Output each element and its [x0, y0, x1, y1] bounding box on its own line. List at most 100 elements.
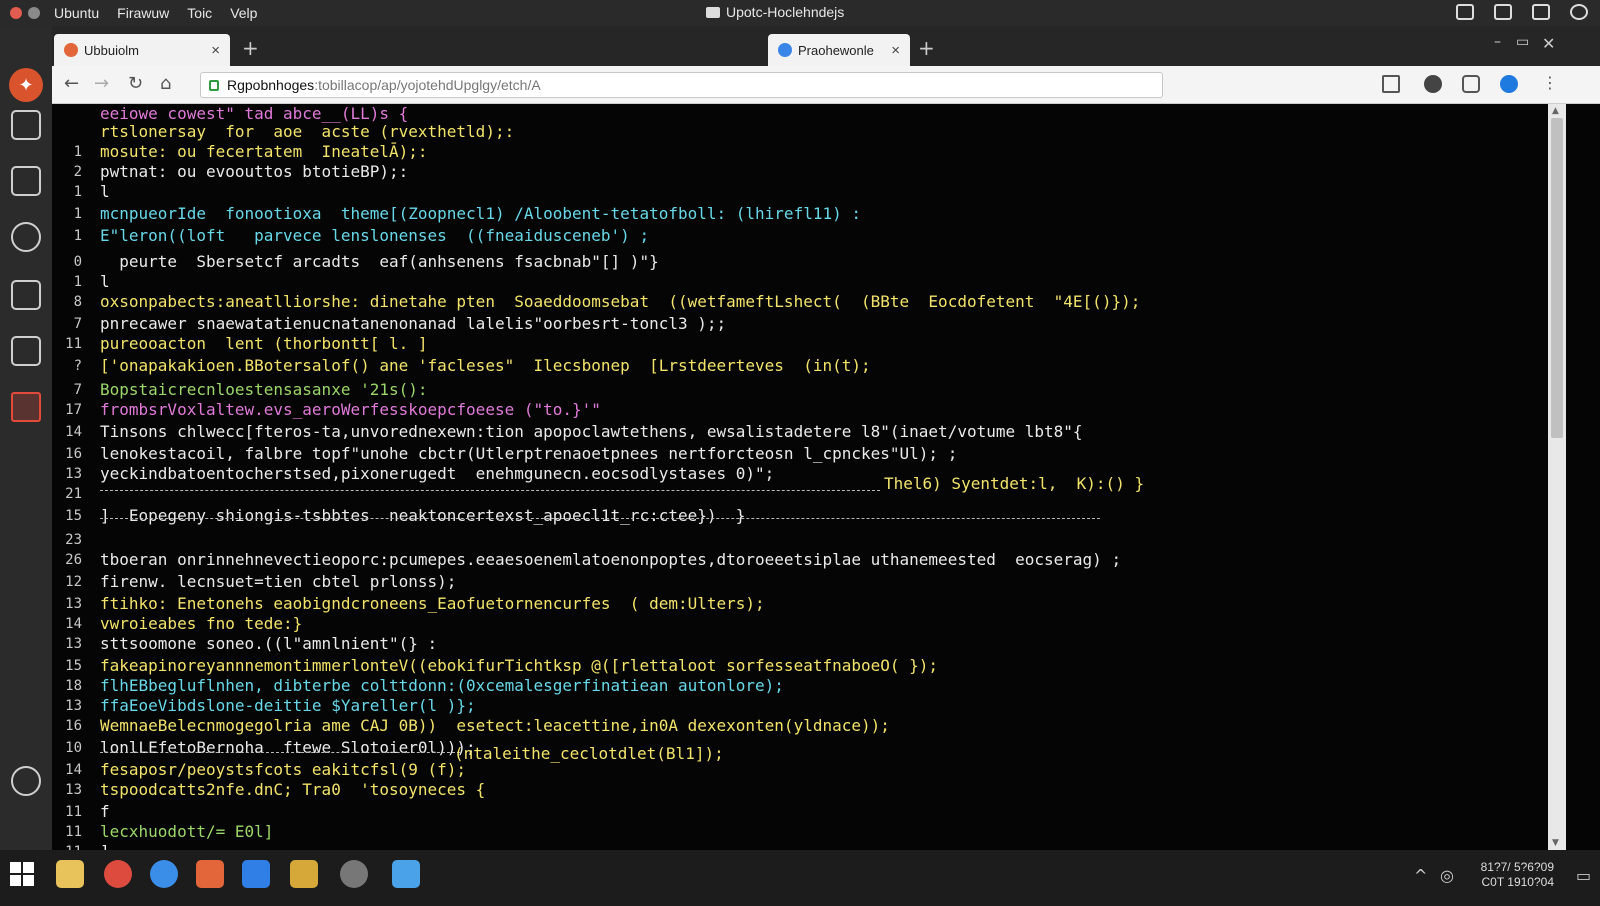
- search-icon[interactable]: [11, 222, 41, 252]
- line-number: 1: [73, 274, 82, 290]
- close-tab-icon[interactable]: ×: [891, 42, 900, 59]
- code-text: Tinsons chlwecc[fteros-ta,unvorednexewn:…: [100, 422, 1083, 441]
- forward-arrow-icon[interactable]: →: [94, 73, 109, 94]
- line-number: ?: [73, 358, 82, 374]
- code-text: ffaEoeVibdslone-deittie $Yareller(l )};: [100, 696, 476, 715]
- app-yellow-icon[interactable]: [290, 860, 318, 888]
- dashed-divider: [100, 490, 880, 491]
- reader-icon[interactable]: [1462, 75, 1480, 93]
- menu-item-toic[interactable]: Toic: [187, 5, 212, 21]
- line-number: 13: [65, 596, 82, 612]
- account-icon[interactable]: [1500, 75, 1518, 93]
- notification-icon[interactable]: ▭: [1576, 866, 1591, 885]
- line-number: 21: [65, 486, 82, 502]
- close-icon[interactable]: ✕: [1542, 34, 1555, 53]
- taskbar-clock[interactable]: 81?7/ 5?6?09 C0T 1910?04: [1481, 860, 1554, 890]
- line-number: 2: [73, 164, 82, 180]
- code-text: vwroieabes fno tede:}: [100, 614, 303, 633]
- bookmark-icon[interactable]: [1382, 75, 1400, 93]
- code-text: fesaposr/peoystsfcots eakitcfsl(9 (f);: [100, 760, 467, 779]
- code-text: l: [100, 182, 110, 201]
- ubuntu-logo-icon[interactable]: ✦: [9, 68, 43, 102]
- code-text: pwtnat: ou evoouttos btotieBP);:: [100, 162, 409, 181]
- minimize-window-button[interactable]: [28, 7, 40, 19]
- menu-item-velp[interactable]: Velp: [230, 5, 257, 21]
- scroll-down-icon[interactable]: ▼: [1552, 838, 1559, 848]
- code-text: Bopstaicrecnloestensasanxe '21s():: [100, 380, 428, 399]
- home-icon[interactable]: ⌂: [160, 73, 171, 94]
- network-icon[interactable]: [11, 110, 41, 140]
- line-number: 16: [65, 446, 82, 462]
- chevron-up-icon[interactable]: ^: [1414, 866, 1427, 885]
- menu-dots-icon[interactable]: ⋮: [1542, 73, 1558, 92]
- window-controls: [10, 7, 40, 19]
- chrome-icon[interactable]: [104, 860, 132, 888]
- tab-praohewonle[interactable]: Praohewonle ×: [768, 34, 910, 66]
- chat-icon[interactable]: [11, 166, 41, 196]
- code-editor[interactable]: eeiowe cowest" tad abce__(LL)s {rtsloner…: [52, 104, 1548, 850]
- app-blue-icon[interactable]: [242, 860, 270, 888]
- tab-label: Praohewonle: [798, 42, 874, 58]
- line-number: 10: [65, 740, 82, 756]
- network-tray-icon[interactable]: ◎: [1440, 866, 1454, 885]
- gear-icon[interactable]: [11, 766, 41, 796]
- code-text: ] Eopegeny shiongis-tsbbtes neaktoncerte…: [100, 506, 746, 525]
- window-title-text: Upotc-Hoclehndejs: [726, 4, 845, 20]
- menu-item-firawuw[interactable]: Firawuw: [117, 5, 169, 21]
- line-number: 16: [65, 718, 82, 734]
- app-gray-icon[interactable]: [340, 860, 368, 888]
- code-text: lenokestacoil, falbre topf"unohe cbctr(U…: [100, 444, 958, 463]
- line-number: 14: [65, 424, 82, 440]
- browser-navbar: ← → ↻ ⌂ Rgpobnhoges :tobillacop/ap/yojot…: [52, 66, 1600, 104]
- line-number: 0: [73, 254, 82, 270]
- code-text: flhEBbegluflnhen, dibterbe colttdonn:(0x…: [100, 676, 784, 695]
- recycle-bin-icon[interactable]: [392, 860, 420, 888]
- gamepad-icon[interactable]: [1456, 4, 1474, 20]
- new-tab-button[interactable]: +: [242, 36, 259, 60]
- extension-icon[interactable]: [1424, 75, 1442, 93]
- vertical-scrollbar[interactable]: ▲ ▼: [1548, 104, 1566, 850]
- files-icon[interactable]: [11, 336, 41, 366]
- code-text: lonlLEfetoBernoha ftewe Slotoier0l)));: [100, 738, 476, 757]
- line-number: 1: [73, 228, 82, 244]
- app-orange-icon[interactable]: [196, 860, 224, 888]
- address-bar[interactable]: Rgpobnhoges :tobillacop/ap/yojotehdUpglg…: [200, 72, 1163, 98]
- new-tab-button[interactable]: +: [918, 36, 935, 60]
- code-text: ['onapakakioen.BBotersalof() ane 'facles…: [100, 356, 871, 375]
- file-explorer-icon[interactable]: [56, 860, 84, 888]
- close-window-button[interactable]: [10, 7, 22, 19]
- code-text: tspoodcatts2nfe.dnC; Tra0 'tosoyneces {: [100, 780, 486, 799]
- lock-icon: [209, 79, 219, 91]
- document-list-icon[interactable]: [11, 280, 41, 310]
- code-text: yeckindbatoentocherstsed,pixonerugedt en…: [100, 464, 775, 483]
- close-tab-icon[interactable]: ×: [211, 42, 220, 59]
- pdf-file-icon[interactable]: [11, 392, 41, 422]
- scroll-up-icon[interactable]: ▲: [1552, 106, 1559, 116]
- back-arrow-icon[interactable]: ←: [64, 73, 79, 94]
- code-text: mosute: ou fecertatem IneatelĀ);:: [100, 142, 428, 161]
- display-icon[interactable]: [1532, 4, 1550, 20]
- line-number: 12: [65, 574, 82, 590]
- url-host: Rgpobnhoges: [227, 77, 315, 93]
- maximize-icon[interactable]: ▭: [1516, 34, 1529, 50]
- code-text: mcnpueorIde fonootioxa theme[(Zoopnecl1)…: [100, 204, 861, 223]
- menu-item-ubuntu[interactable]: Ubuntu: [54, 5, 99, 21]
- google-icon[interactable]: [150, 860, 178, 888]
- clock-line-2: C0T 1910?04: [1481, 875, 1554, 889]
- launcher-sidebar: ✦: [0, 26, 52, 868]
- clock-line-1: 81?7/ 5?6?09: [1480, 860, 1554, 874]
- line-number: 11: [65, 824, 82, 840]
- start-menu-icon[interactable]: [10, 862, 34, 886]
- scroll-thumb[interactable]: [1551, 118, 1563, 438]
- dashed-divider: [100, 752, 460, 753]
- panel-icon[interactable]: [1494, 4, 1512, 20]
- line-number: 17: [65, 402, 82, 418]
- tab-ubbuiolm[interactable]: Ubbuiolm ×: [54, 34, 230, 66]
- power-icon[interactable]: [1570, 4, 1588, 20]
- minimize-icon[interactable]: –: [1494, 34, 1501, 50]
- reload-icon[interactable]: ↻: [128, 73, 143, 94]
- line-number: 7: [73, 316, 82, 332]
- url-path: :tobillacop/ap/yojotehdUpglgy/etch/A: [314, 77, 541, 93]
- window-title: Upotc-Hoclehndejs: [706, 4, 844, 20]
- dashed-divider: [100, 518, 1100, 519]
